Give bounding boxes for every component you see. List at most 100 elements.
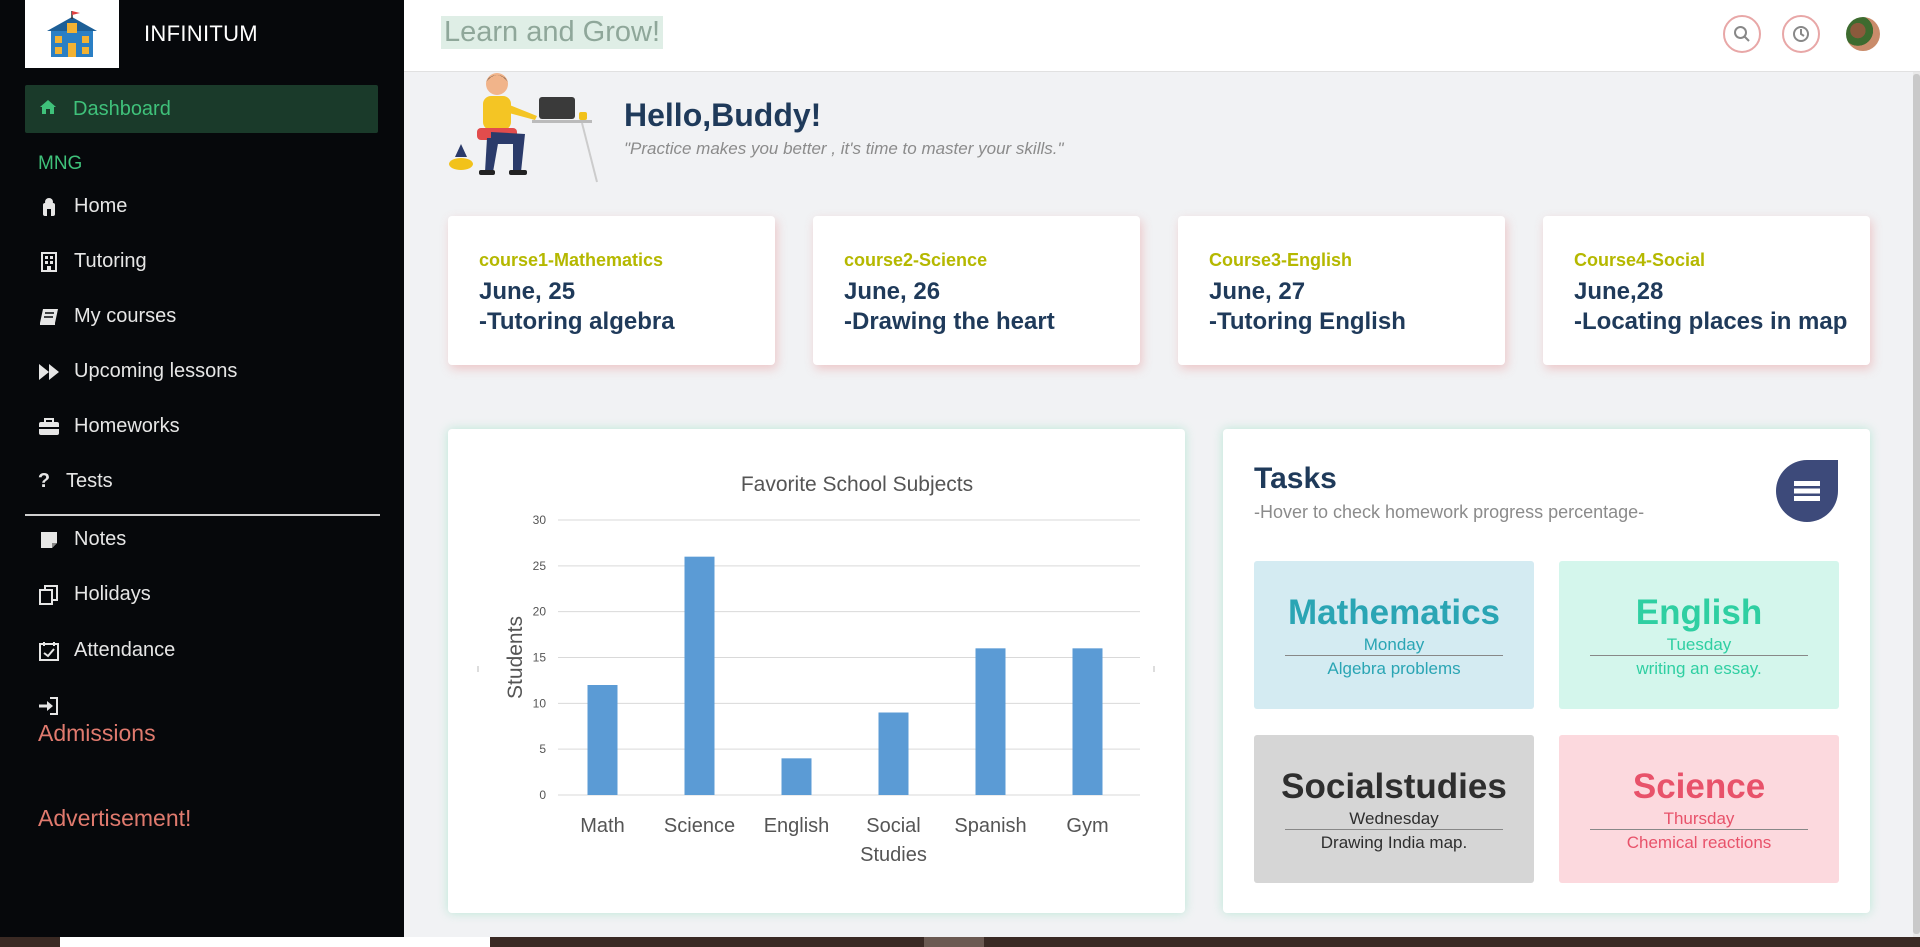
x-tick-label: English — [764, 815, 830, 837]
course-date: June, 27 — [1209, 278, 1306, 305]
task-card-english[interactable]: English Tuesday writing an essay. — [1559, 561, 1839, 709]
sidebar-item-label: Home — [74, 195, 128, 217]
clock-button[interactable] — [1782, 15, 1820, 53]
task-day: Tuesday — [1590, 635, 1808, 656]
school-icon — [47, 11, 97, 57]
search-button[interactable] — [1723, 15, 1761, 53]
home-icon — [39, 98, 57, 121]
task-day: Wednesday — [1285, 809, 1503, 830]
sidebar-item-attendance[interactable]: Attendance — [38, 639, 175, 662]
sidebar-item-homeworks[interactable]: Homeworks — [38, 415, 180, 438]
advertisement-link[interactable]: Advertisement! — [38, 805, 191, 832]
tasks-panel: Tasks -Hover to check homework progress … — [1223, 429, 1870, 913]
bottom-strip-segment — [60, 937, 490, 947]
bar — [587, 685, 618, 795]
bar — [975, 648, 1006, 795]
sidebar-item-label: My courses — [74, 305, 177, 327]
sidebar-item-tutoring[interactable]: Tutoring — [38, 250, 147, 273]
vertical-scrollbar[interactable] — [1913, 72, 1920, 937]
task-day: Monday — [1285, 635, 1503, 656]
bar — [878, 712, 909, 795]
bar — [781, 758, 812, 795]
y-tick-label: 5 — [539, 742, 546, 756]
sidebar-item-label: Holidays — [74, 583, 151, 605]
x-tick-label: Math — [580, 815, 624, 837]
y-axis-label: Students — [504, 616, 527, 699]
sidebar-item-holidays[interactable]: Holidays — [38, 583, 151, 606]
briefcase-icon — [38, 416, 60, 438]
course-desc: -Tutoring algebra — [479, 308, 675, 335]
task-card-socialstudies[interactable]: Socialstudies Wednesday Drawing India ma… — [1254, 735, 1534, 883]
task-card-mathematics[interactable]: Mathematics Monday Algebra problems — [1254, 561, 1534, 709]
sign-in-icon — [38, 697, 58, 720]
sidebar-item-label: Upcoming lessons — [74, 360, 238, 382]
brand-name: INFINITUM — [144, 21, 258, 46]
course-card[interactable]: course1-Mathematics June, 25 -Tutoring a… — [448, 216, 775, 365]
note-icon — [38, 529, 60, 551]
x-tick-label: Social — [866, 815, 920, 837]
course-desc: -Locating places in map — [1574, 308, 1848, 335]
y-tick-label: 10 — [533, 696, 547, 710]
task-card-science[interactable]: Science Thursday Chemical reactions — [1559, 735, 1839, 883]
admissions-link[interactable]: Admissions — [38, 720, 156, 747]
course-desc: -Tutoring English — [1209, 308, 1406, 335]
greeting-title: Hello,Buddy! — [624, 97, 822, 133]
greeting-quote: "Practice makes you better , it's time t… — [624, 139, 1064, 158]
task-name: Mathematics — [1287, 593, 1501, 632]
y-tick-label: 30 — [533, 513, 547, 527]
course-card[interactable]: Course3-English June, 27 -Tutoring Engli… — [1178, 216, 1505, 365]
question-icon: ? — [37, 470, 51, 492]
task-name: English — [1635, 593, 1763, 632]
sidebar-item-label: Tests — [66, 470, 113, 492]
sidebar-item-label: Dashboard — [73, 97, 171, 120]
scrollbar-thumb[interactable] — [1913, 74, 1920, 934]
bar — [1072, 648, 1103, 795]
book-icon — [38, 306, 60, 328]
task-desc: Algebra problems — [1327, 659, 1461, 678]
calendar-check-icon — [38, 640, 60, 662]
y-tick-label: 15 — [533, 651, 547, 665]
sidebar-item-my-courses[interactable]: My courses — [38, 305, 176, 328]
logo[interactable] — [25, 0, 119, 68]
fast-forward-icon — [38, 361, 60, 383]
x-tick-label: Spanish — [954, 815, 1026, 837]
sidebar-item-tests[interactable]: ? Tests — [38, 470, 113, 493]
course-date: June,28 — [1574, 278, 1664, 305]
sidebar-item-label: Notes — [74, 528, 127, 550]
list-icon — [1794, 481, 1820, 501]
task-desc: writing an essay. — [1636, 659, 1762, 678]
sidebar-item-upcoming-lessons[interactable]: Upcoming lessons — [38, 360, 237, 383]
avatar[interactable] — [1846, 17, 1880, 51]
task-desc: Chemical reactions — [1626, 833, 1772, 852]
sidebar-item-home[interactable]: Home — [38, 195, 127, 218]
x-tick-label: Gym — [1066, 815, 1108, 837]
bar-chart: Favorite School Subjects 0 5 10 15 20 25 30 Stud… — [477, 473, 1155, 866]
course-title: Course4-Social — [1574, 250, 1706, 270]
bottom-strip-segment — [924, 937, 984, 947]
course-desc: -Drawing the heart — [844, 308, 1055, 335]
course-title: Course3-English — [1209, 250, 1353, 270]
tasks-subtitle: -Hover to check homework progress percen… — [1254, 502, 1645, 522]
course-date: June, 25 — [479, 278, 576, 305]
copy-icon — [38, 584, 60, 606]
sidebar-divider — [25, 514, 380, 516]
y-tick-label: 0 — [539, 788, 546, 802]
y-tick-label: 25 — [533, 559, 547, 573]
search-icon — [1734, 26, 1750, 42]
tasks-menu-button[interactable] — [1776, 460, 1838, 522]
sidebar-item-label: Homeworks — [74, 415, 180, 437]
sidebar-item-dashboard[interactable]: Dashboard — [25, 85, 378, 133]
sidebar-item-label: Tutoring — [74, 250, 147, 272]
course-card[interactable]: Course4-Social June,28 -Locating places … — [1543, 216, 1870, 365]
sidebar-item-label: Attendance — [74, 639, 176, 661]
y-tick-label: 20 — [533, 605, 547, 619]
top-header: Learn and Grow! — [404, 0, 1920, 72]
course-card[interactable]: course2-Science June, 26 -Drawing the he… — [813, 216, 1140, 365]
building-icon — [38, 251, 60, 273]
sidebar-item-notes[interactable]: Notes — [38, 528, 126, 551]
task-day: Thursday — [1590, 809, 1808, 830]
sidebar: INFINITUM Dashboard MNG Home Tutoring My… — [0, 0, 404, 947]
home-icon — [38, 196, 60, 218]
course-title: course2-Science — [844, 250, 988, 270]
tasks-title: Tasks — [1254, 462, 1337, 495]
